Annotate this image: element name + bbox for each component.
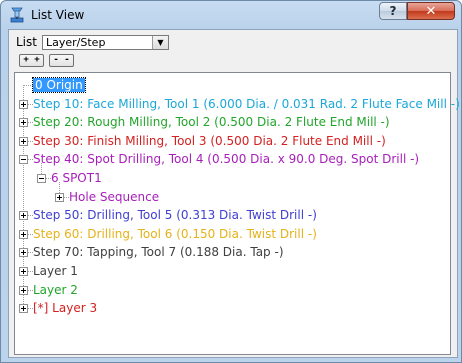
chevron-down-icon[interactable]: ▼ — [152, 36, 168, 49]
tree-node[interactable]: Step 20: Rough Milling, Tool 2 (0.500 Di… — [33, 113, 390, 131]
tree-node[interactable]: Hole Sequence — [69, 188, 159, 206]
tree-node[interactable]: 6 SPOT1 — [51, 169, 102, 187]
expand-plus-icon[interactable] — [19, 267, 28, 276]
tree-connector-line — [23, 85, 33, 86]
list-label: List — [16, 35, 37, 49]
tree-node[interactable]: Step 30: Finish Milling, Tool 3 (0.500 D… — [33, 132, 386, 150]
tree-node[interactable]: Step 60: Drilling, Tool 6 (0.150 Dia. Tw… — [33, 225, 317, 243]
tree-node-label: Step 20: Rough Milling, Tool 2 (0.500 Di… — [33, 115, 390, 130]
help-button[interactable]: ? — [379, 2, 407, 20]
expand-plus-icon[interactable] — [19, 304, 28, 314]
window-title: List View — [31, 8, 85, 22]
tree-node-label: 6 SPOT1 — [51, 171, 102, 185]
cnc-machine-icon — [10, 7, 24, 23]
expand-plus-icon[interactable] — [55, 192, 64, 202]
list-mode-select[interactable]: Layer/Step ▼ — [42, 35, 169, 50]
tree-node-label: Step 70: Tapping, Tool 7 (0.188 Dia. Tap… — [33, 245, 284, 260]
tree-node-label: Step 10: Face Milling, Tool 1 (6.000 Dia… — [33, 96, 460, 111]
tree-node-label: Step 60: Drilling, Tool 6 (0.150 Dia. Tw… — [33, 226, 317, 241]
tree-node-label: Step 50: Drilling, Tool 5 (0.313 Dia. Tw… — [33, 208, 317, 223]
list-mode-value: Layer/Step — [46, 36, 106, 49]
tree-node-label: Hole Sequence — [69, 189, 160, 204]
expand-plus-icon[interactable] — [19, 229, 28, 239]
tree-node-label: 0 Origin — [32, 77, 86, 93]
close-icon: ✕ — [425, 3, 437, 19]
close-button[interactable]: ✕ — [407, 2, 455, 20]
tree-node-label: Layer 2 — [33, 282, 78, 297]
tree-node-label: Step 40: Spot Drilling, Tool 4 (0.500 Di… — [33, 152, 420, 167]
expand-all-button[interactable]: + + — [19, 54, 44, 67]
tree-node[interactable]: Step 50: Drilling, Tool 5 (0.313 Dia. Tw… — [33, 206, 317, 224]
collapse-all-button[interactable]: - - — [49, 54, 74, 67]
tree-node[interactable]: Step 70: Tapping, Tool 7 (0.188 Dia. Tap… — [33, 243, 284, 261]
expand-plus-icon[interactable] — [19, 136, 28, 146]
tree-node[interactable]: Step 10: Face Milling, Tool 1 (6.000 Dia… — [33, 95, 460, 113]
expand-plus-icon[interactable] — [19, 248, 28, 258]
list-view-window: List View ? ✕ List Layer/Step ▼ + + - - … — [0, 0, 462, 363]
tree-node-label: Step 30: Finish Milling, Tool 3 (0.500 D… — [33, 133, 386, 148]
tree-node[interactable]: Step 40: Spot Drilling, Tool 4 (0.500 Di… — [33, 150, 419, 168]
tree-node[interactable]: [*] Layer 3 — [33, 299, 97, 317]
client-area: List Layer/Step ▼ + + - - 0 Origin Step 1… — [8, 29, 460, 358]
expand-plus-icon[interactable] — [19, 285, 28, 295]
expand-plus-icon[interactable] — [19, 211, 28, 221]
collapse-minus-icon[interactable] — [37, 174, 46, 183]
tree-node[interactable]: Layer 1 — [33, 262, 78, 280]
tree-node-label: [*] Layer 3 — [33, 301, 98, 316]
tree-node[interactable]: 0 Origin — [32, 76, 86, 94]
collapse-minus-icon[interactable] — [19, 155, 28, 165]
expand-plus-icon[interactable] — [19, 99, 28, 109]
title-bar[interactable]: List View ? ✕ — [1, 1, 461, 29]
tree-node-label: Layer 1 — [33, 264, 78, 278]
expand-plus-icon[interactable] — [19, 118, 28, 128]
tree-view[interactable]: 0 Origin Step 10: Face Milling, Tool 1 (6… — [14, 72, 460, 355]
tree-node[interactable]: Layer 2 — [33, 281, 78, 299]
